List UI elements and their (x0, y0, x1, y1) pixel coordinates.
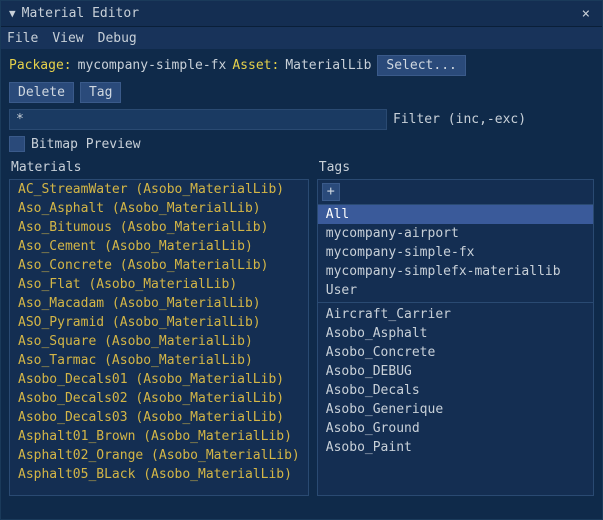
titlebar[interactable]: ▼ Material Editor × (1, 1, 602, 27)
filter-label: Filter (inc,-exc) (393, 112, 526, 127)
tags-toolbar: + (317, 179, 594, 204)
window-title: Material Editor (22, 6, 578, 21)
material-item[interactable]: Aso_Flat (Asobo_MaterialLib) (10, 275, 308, 294)
package-row: Package: mycompany-simple-fx Asset: Mate… (1, 49, 602, 82)
material-item[interactable]: Aso_Tarmac (Asobo_MaterialLib) (10, 351, 308, 370)
material-item[interactable]: AC_StreamWater (Asobo_MaterialLib) (10, 180, 308, 199)
tag-button[interactable]: Tag (80, 82, 121, 103)
tag-item[interactable]: Asobo_Ground (318, 419, 593, 438)
tags-header: Tags (317, 158, 594, 179)
materials-panel: Materials AC_StreamWater (Asobo_Material… (9, 158, 309, 496)
close-icon[interactable]: × (578, 6, 594, 22)
menu-file[interactable]: File (7, 31, 38, 46)
material-item[interactable]: Aso_Cement (Asobo_MaterialLib) (10, 237, 308, 256)
tag-item[interactable]: All (318, 205, 593, 224)
filter-row: Filter (inc,-exc) (1, 109, 602, 136)
package-label: Package: (9, 58, 72, 73)
delete-button[interactable]: Delete (9, 82, 74, 103)
tag-divider (318, 302, 593, 303)
material-item[interactable]: Aso_Bitumous (Asobo_MaterialLib) (10, 218, 308, 237)
package-value: mycompany-simple-fx (78, 58, 227, 73)
material-item[interactable]: Aso_Concrete (Asobo_MaterialLib) (10, 256, 308, 275)
material-item[interactable]: Aso_Square (Asobo_MaterialLib) (10, 332, 308, 351)
bitmap-row: Bitmap Preview (1, 136, 602, 158)
actions-row: Delete Tag (1, 82, 602, 109)
materials-header: Materials (9, 158, 309, 179)
tag-item[interactable]: Asobo_Concrete (318, 343, 593, 362)
tag-item[interactable]: Asobo_Decals (318, 381, 593, 400)
select-button[interactable]: Select... (377, 55, 465, 76)
tag-item[interactable]: mycompany-simple-fx (318, 243, 593, 262)
material-item[interactable]: Asphalt05_BLack (Asobo_MaterialLib) (10, 465, 308, 484)
tag-item[interactable]: Asobo_Asphalt (318, 324, 593, 343)
tag-item[interactable]: Asobo_DEBUG (318, 362, 593, 381)
collapse-triangle-icon[interactable]: ▼ (9, 7, 16, 20)
material-item[interactable]: Aso_Macadam (Asobo_MaterialLib) (10, 294, 308, 313)
add-tag-button[interactable]: + (322, 183, 340, 201)
filter-input[interactable] (9, 109, 387, 130)
material-item[interactable]: ASO_Pyramid (Asobo_MaterialLib) (10, 313, 308, 332)
asset-label: Asset: (232, 58, 279, 73)
material-item[interactable]: Asobo_Decals02 (Asobo_MaterialLib) (10, 389, 308, 408)
menu-view[interactable]: View (52, 31, 83, 46)
material-item[interactable]: Asphalt02_Orange (Asobo_MaterialLib) (10, 446, 308, 465)
bitmap-preview-checkbox[interactable] (9, 136, 25, 152)
tag-item[interactable]: User (318, 281, 593, 300)
material-item[interactable]: Asobo_Decals01 (Asobo_MaterialLib) (10, 370, 308, 389)
tag-item[interactable]: mycompany-airport (318, 224, 593, 243)
material-item[interactable]: Aso_Asphalt (Asobo_MaterialLib) (10, 199, 308, 218)
bitmap-preview-label: Bitmap Preview (31, 137, 141, 152)
tag-item[interactable]: Asobo_Generique (318, 400, 593, 419)
tags-list[interactable]: Allmycompany-airportmycompany-simple-fxm… (317, 204, 594, 496)
material-item[interactable]: Asobo_Decals03 (Asobo_MaterialLib) (10, 408, 308, 427)
tag-item[interactable]: mycompany-simplefx-materiallib (318, 262, 593, 281)
material-item[interactable]: Asphalt01_Brown (Asobo_MaterialLib) (10, 427, 308, 446)
tag-item[interactable]: Asobo_Paint (318, 438, 593, 457)
menu-debug[interactable]: Debug (98, 31, 137, 46)
materials-list[interactable]: AC_StreamWater (Asobo_MaterialLib)Aso_As… (9, 179, 309, 496)
menubar: File View Debug (1, 27, 602, 49)
asset-value: MaterialLib (285, 58, 371, 73)
tags-panel: Tags + Allmycompany-airportmycompany-sim… (317, 158, 594, 496)
tag-item[interactable]: Aircraft_Carrier (318, 305, 593, 324)
